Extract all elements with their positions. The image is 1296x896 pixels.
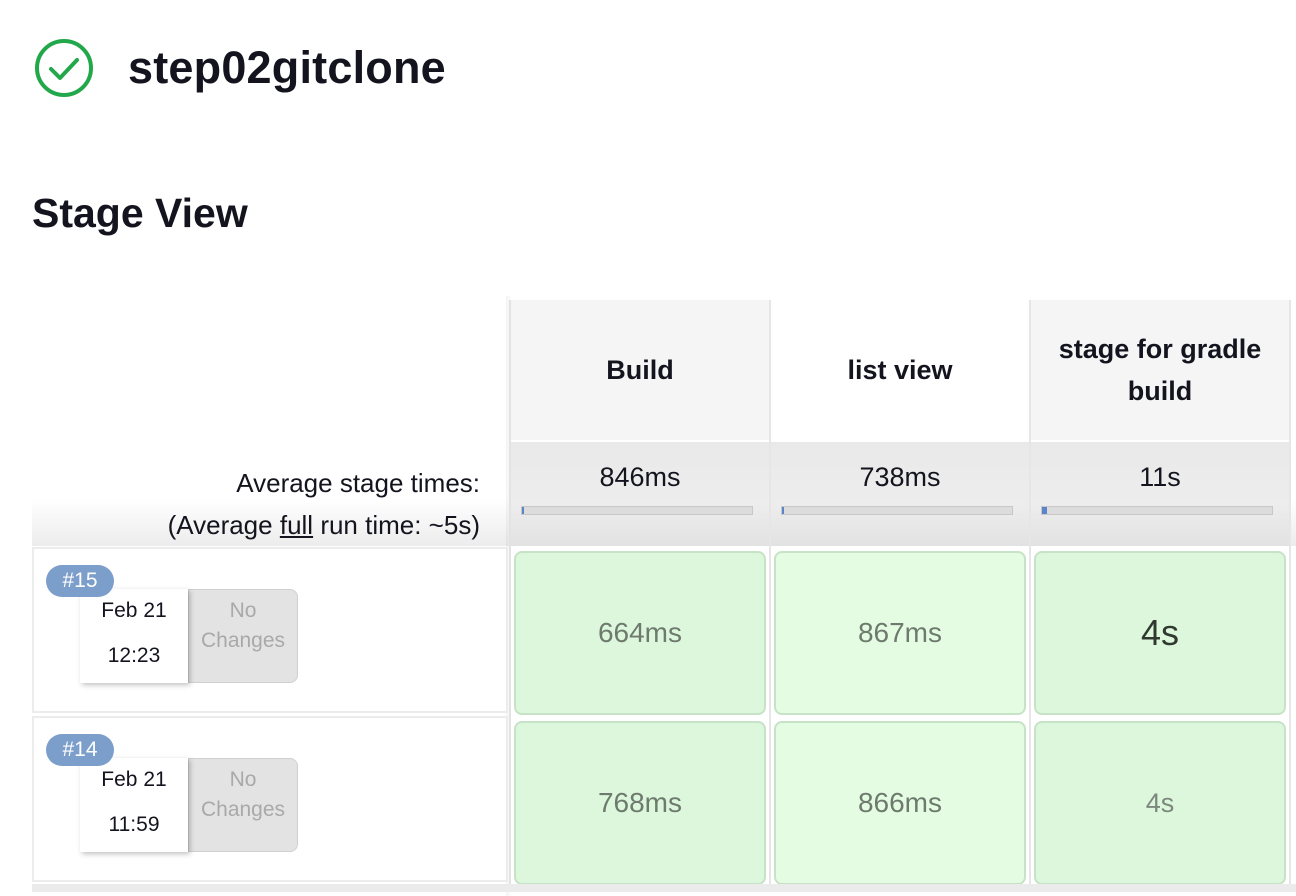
stage-header-gradle-build[interactable]: stage for gradle build <box>1031 300 1289 440</box>
build-number-badge[interactable]: #14 <box>46 734 114 766</box>
stage-duration: 4s <box>1140 612 1180 653</box>
changes-line-1: No <box>229 599 257 622</box>
build-changes[interactable]: No Changes <box>188 758 298 852</box>
stage-header-label: list view <box>847 355 953 385</box>
stage-cell-build[interactable]: 768ms <box>514 721 766 885</box>
full-run-link[interactable]: full <box>280 510 313 540</box>
stage-duration: 664ms <box>597 617 683 648</box>
stage-header-label: Build <box>606 355 674 385</box>
average-cell-list-view <box>771 442 1029 546</box>
progress-fill <box>522 507 525 514</box>
build-changes[interactable]: No Changes <box>188 589 298 683</box>
stage-cell-list-view[interactable]: 866ms <box>774 721 1026 885</box>
stage-view: Build list view stage for gradle build A… <box>0 0 1296 896</box>
changes-line-2: Changes <box>200 798 286 821</box>
stage-cell-gradle-build[interactable]: 4s <box>1034 721 1286 885</box>
stage-cell-build[interactable]: 664ms <box>514 551 766 715</box>
build-date-day: Feb 21 <box>101 768 167 791</box>
next-row-edge <box>32 884 1296 892</box>
stage-duration: 4s <box>1145 787 1175 818</box>
stage-header-list-view[interactable]: list view <box>771 300 1029 440</box>
column-divider <box>1029 300 1031 892</box>
build-number-badge[interactable]: #15 <box>46 565 114 597</box>
column-divider <box>769 300 771 892</box>
average-progress-list-view <box>781 506 1013 515</box>
average-cell-build <box>511 442 769 546</box>
build-date-day: Feb 21 <box>101 599 167 622</box>
average-stage-label: Average stage times: <box>236 468 480 498</box>
build-row-15: #15 Feb 21 12:23 No Changes <box>32 547 508 713</box>
stage-header-build[interactable]: Build <box>511 300 769 440</box>
average-run-suffix: run time: ~5s) <box>313 510 480 540</box>
stage-duration: 866ms <box>857 787 943 818</box>
average-value-gradle-build: 11s <box>1139 462 1181 492</box>
stage-header-label: stage for gradle build <box>1058 334 1262 406</box>
stage-cell-list-view[interactable]: 867ms <box>774 551 1026 715</box>
average-run-prefix: (Average <box>167 510 280 540</box>
column-divider <box>1289 300 1291 892</box>
build-date-time: 12:23 <box>107 644 161 667</box>
average-progress-gradle-build <box>1041 506 1273 515</box>
average-progress-build <box>521 506 753 515</box>
average-value-build: 846ms <box>599 462 681 492</box>
build-date[interactable]: Feb 21 11:59 <box>80 758 188 852</box>
progress-fill <box>782 507 785 514</box>
stage-duration: 867ms <box>857 617 943 648</box>
changes-line-2: Changes <box>200 629 286 652</box>
average-cell-gradle-build <box>1031 442 1289 546</box>
build-row-14: #14 Feb 21 11:59 No Changes <box>32 716 508 882</box>
average-value-list-view: 738ms <box>859 462 941 492</box>
build-date[interactable]: Feb 21 12:23 <box>80 589 188 683</box>
progress-fill <box>1042 507 1047 514</box>
average-stage-times-label: Average stage times: (Average full run t… <box>168 462 480 546</box>
build-date-time: 11:59 <box>108 813 160 836</box>
stage-duration: 768ms <box>597 787 683 818</box>
average-run-time: (Average full run time: ~5s) <box>168 504 480 546</box>
changes-line-1: No <box>229 768 257 791</box>
stage-cell-gradle-build[interactable]: 4s <box>1034 551 1286 715</box>
